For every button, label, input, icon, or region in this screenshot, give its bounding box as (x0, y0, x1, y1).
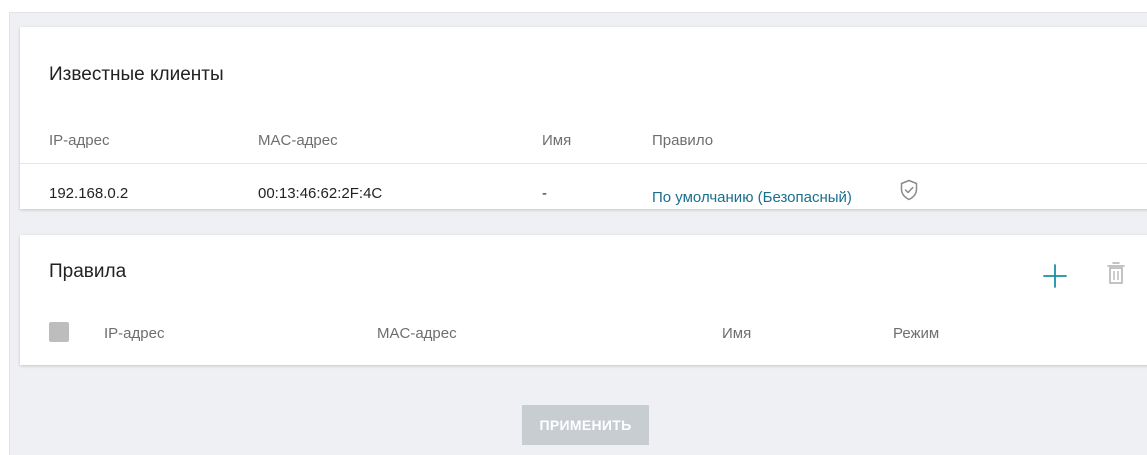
rules-column-header-mode: Режим (893, 325, 940, 342)
rules-title: Правила (49, 261, 127, 282)
known-clients-title: Известные клиенты (49, 64, 224, 85)
select-all-checkbox[interactable] (49, 322, 69, 342)
column-header-ip: IP-адрес (49, 132, 110, 149)
rules-card: Правила IP-адрес MAC-адрес Имя Режим (20, 235, 1147, 365)
client-mac: 00:13:46:62:2F:4C (258, 185, 383, 202)
client-rule-link[interactable]: По умолчанию (Безопасный) (652, 189, 852, 206)
column-header-mac: MAC-адрес (258, 132, 338, 149)
column-header-rule: Правило (652, 132, 714, 149)
page-frame: Известные клиенты IP-адрес MAC-адрес Имя… (9, 12, 1147, 455)
column-header-name: Имя (542, 132, 572, 149)
rules-column-header-mac: MAC-адрес (377, 325, 457, 342)
client-ip: 192.168.0.2 (49, 185, 129, 202)
plus-icon[interactable] (1042, 263, 1068, 289)
header-divider (20, 163, 1147, 164)
client-name: - (542, 185, 547, 202)
known-clients-card: Известные клиенты IP-адрес MAC-адрес Имя… (20, 27, 1147, 209)
rules-column-header-name: Имя (722, 325, 752, 342)
apply-button[interactable]: ПРИМЕНИТЬ (522, 405, 649, 445)
trash-icon[interactable] (1106, 260, 1126, 288)
shield-check-icon (900, 179, 918, 201)
rules-column-header-ip: IP-адрес (104, 325, 165, 342)
